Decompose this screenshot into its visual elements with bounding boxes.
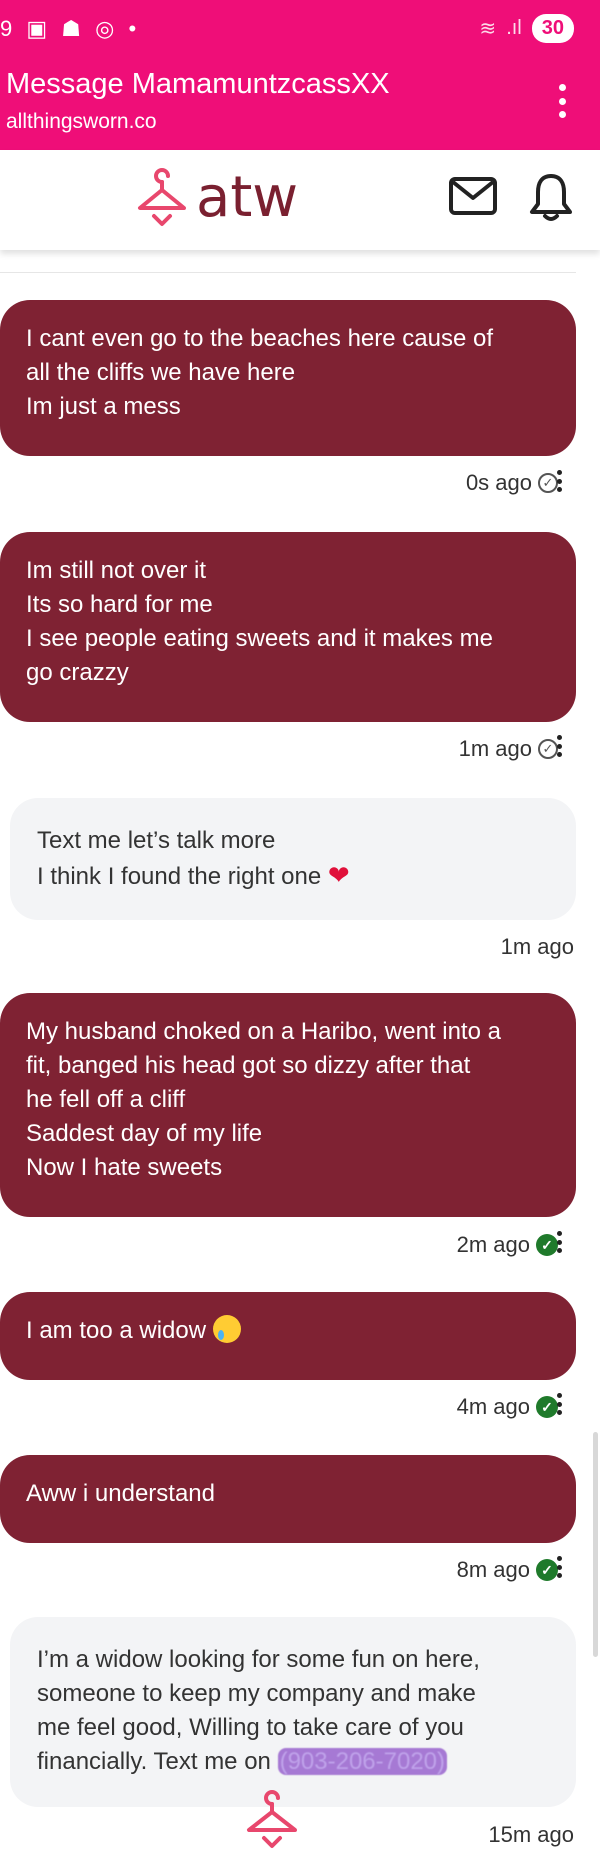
instagram-icon: ◎ <box>95 16 119 41</box>
more-options-icon[interactable] <box>558 84 566 118</box>
message-line: go crazzy <box>26 659 129 686</box>
message-line: I cant even go to the beaches here cause… <box>26 325 493 352</box>
message-line: Aww i understand <box>26 1480 215 1507</box>
status-number: 9 <box>0 16 17 41</box>
crying-face-emoji-icon <box>212 1315 241 1343</box>
logo-text: atw <box>196 165 299 230</box>
bell-icon[interactable] <box>528 172 574 222</box>
message-line: Im just a mess <box>26 393 181 420</box>
message-line-with-phone: financially. Text me on (903-206-7020) <box>37 1745 549 1779</box>
message-meta: 1m ago <box>501 934 574 960</box>
site-header: atw <box>0 150 600 250</box>
status-bar: 9 ▣ ☗ ◎ • ≋ .ıl 30 <box>0 10 600 50</box>
message-time: 1m ago <box>500 934 574 959</box>
heart-emoji-icon: ❤ <box>327 860 350 890</box>
message-bubble-received: I’m a widow looking for some fun on here… <box>10 1617 576 1807</box>
message-time: 2m ago <box>456 1232 530 1257</box>
site-logo[interactable]: atw <box>136 168 298 228</box>
delivered-check-icon: ✓ <box>538 473 558 493</box>
message-bubble-received: Text me let’s talk more I think I found … <box>10 798 576 920</box>
status-left-icons: 9 ▣ ☗ ◎ • <box>0 16 140 42</box>
delivered-check-icon: ✓ <box>538 739 558 759</box>
message-bubble-sent: Aww i understand <box>0 1455 576 1543</box>
snapchat-icon: ☗ <box>61 16 86 41</box>
message-line: Saddest day of my life <box>26 1120 263 1147</box>
message-line: all the cliffs we have here <box>26 359 296 386</box>
battery-indicator: 30 <box>531 14 574 43</box>
message-time: 15m ago <box>488 1822 574 1847</box>
message-line: My husband choked on a Haribo, went into… <box>26 1018 501 1045</box>
message-meta: 4m ago ✓ <box>457 1394 558 1420</box>
message-bubble-sent: Im still not over it Its so hard for me … <box>0 532 576 722</box>
message-bubble-sent: My husband choked on a Haribo, went into… <box>0 993 576 1217</box>
message-line: someone to keep my company and make <box>37 1680 476 1707</box>
app-bar: 9 ▣ ☗ ◎ • ≋ .ıl 30 Message Mamamuntzcass… <box>0 0 600 150</box>
read-check-icon: ✓ <box>536 1396 558 1418</box>
message-meta: 0s ago ✓ <box>466 470 558 496</box>
hanger-logo-icon <box>138 168 186 226</box>
message-line: I think I found the right one <box>37 863 322 890</box>
message-line: me feel good, Willing to take care of yo… <box>37 1714 464 1741</box>
wifi-icon: ≋ <box>479 18 497 40</box>
message-meta: 15m ago <box>488 1822 574 1848</box>
message-meta: 2m ago ✓ <box>457 1232 558 1258</box>
message-line: Now I hate sweets <box>26 1154 223 1181</box>
divider <box>0 272 576 273</box>
message-options-icon[interactable] <box>556 1556 562 1578</box>
message-line: Its so hard for me <box>26 591 213 618</box>
hanger-logo-icon[interactable] <box>244 1790 300 1850</box>
screenshot-icon: ▣ <box>26 16 52 41</box>
phone-number-redacted[interactable]: (903-206-7020) <box>277 1748 448 1775</box>
message-line: Im still not over it <box>26 557 207 584</box>
message-bubble-sent: I am too a widow <box>0 1292 576 1380</box>
message-meta: 8m ago ✓ <box>457 1557 558 1583</box>
page-title: Message MamamuntzcassXX <box>6 68 390 100</box>
message-line: I see people eating sweets and it makes … <box>26 625 493 652</box>
page-url: allthingsworn.co <box>6 110 157 133</box>
scrollbar[interactable] <box>593 1432 598 1657</box>
message-time: 4m ago <box>456 1394 530 1419</box>
message-line: Text me let’s talk more <box>37 827 276 854</box>
message-line: I am too a widow <box>26 1317 207 1344</box>
message-time: 1m ago <box>458 736 532 761</box>
message-time: 0s ago <box>465 470 532 495</box>
message-line: he fell off a cliff <box>26 1086 186 1113</box>
message-options-icon[interactable] <box>556 1231 562 1253</box>
mail-icon[interactable] <box>448 176 498 216</box>
message-options-icon[interactable] <box>556 470 562 492</box>
read-check-icon: ✓ <box>536 1234 558 1256</box>
message-line-with-heart: I think I found the right one ❤ <box>37 858 549 894</box>
read-check-icon: ✓ <box>536 1559 558 1581</box>
message-options-icon[interactable] <box>556 735 562 757</box>
message-bubble-sent: I cant even go to the beaches here cause… <box>0 300 576 456</box>
message-line: financially. Text me on <box>37 1748 271 1775</box>
signal-icon: .ıl <box>506 17 522 39</box>
message-options-icon[interactable] <box>556 1393 562 1415</box>
message-meta: 1m ago ✓ <box>459 736 558 762</box>
message-line: fit, banged his head got so dizzy after … <box>26 1052 471 1079</box>
message-time: 8m ago <box>456 1557 530 1582</box>
message-line: I’m a widow looking for some fun on here… <box>37 1646 480 1673</box>
dot-icon: • <box>128 16 141 41</box>
message-line-with-emoji: I am too a widow <box>26 1314 550 1348</box>
